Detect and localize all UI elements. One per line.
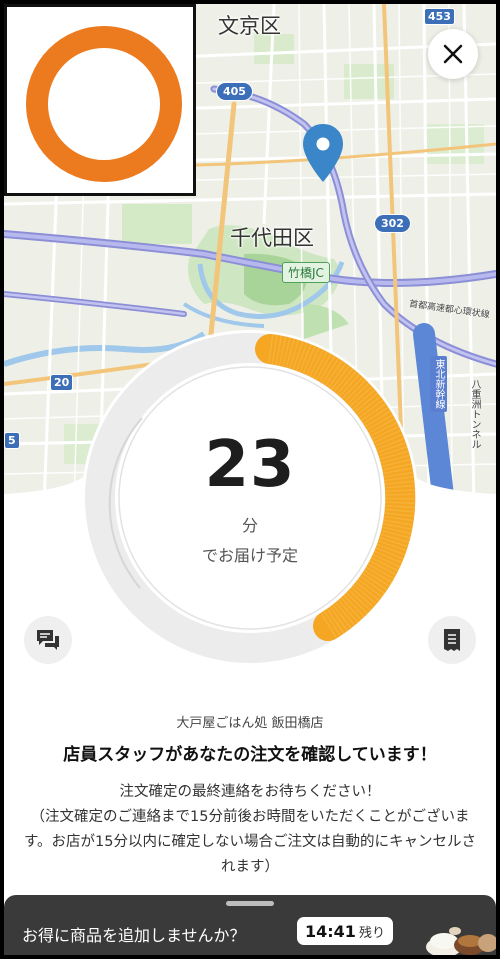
upsell-bar[interactable]: お得に商品を追加しませんか？ 14:41 残り [4, 895, 496, 955]
food-image-icon [426, 927, 496, 955]
remaining-time: 14:41 [305, 921, 356, 941]
close-button[interactable] [428, 29, 478, 79]
receipt-icon [444, 629, 460, 651]
map-label-takebashi-jc: 竹橋JC [282, 262, 330, 283]
route-badge-302: 302 [374, 214, 411, 233]
drag-handle[interactable] [226, 901, 274, 906]
chat-icon [37, 630, 59, 650]
route-badge-453: 453 [424, 8, 455, 25]
remaining-time-badge: 14:41 残り [297, 917, 393, 945]
status-message: 注文確定の最終連絡をお待ちください！ （注文確定のご連絡まで15分前後お時間をい… [22, 780, 478, 880]
status-message-line1: 注文確定の最終連絡をお待ちください！ [119, 784, 381, 800]
route-badge-20: 20 [50, 374, 74, 391]
timer-subtitle: でお届け予定 [201, 546, 298, 565]
route-badge-405: 405 [216, 82, 253, 101]
location-pin-icon[interactable] [301, 122, 345, 184]
status-message-line2: （注文確定のご連絡まで15分前後お時間をいただくことがございます。お店が15分以… [24, 809, 476, 875]
map-label-bunkyo: 文京区 [218, 14, 281, 38]
close-icon [443, 44, 463, 64]
timer-unit: 分 [241, 516, 258, 535]
upsell-text: お得に商品を追加しませんか？ [22, 926, 246, 945]
app-screen: 文京区 千代田区 竹橋JC 首都高速都心環状線 東北新幹線 八重洲トンネル 45… [4, 4, 496, 955]
delivery-timer: 23 分 でお届け予定 [80, 328, 420, 668]
status-headline: 店員スタッフがあなたの注文を確認しています！ [63, 745, 437, 765]
map-label-chiyoda: 千代田区 [230, 226, 314, 250]
map-label-tohoku-shinkansen: 東北新幹線 [430, 356, 447, 412]
orange-ring-logo-icon [26, 26, 182, 182]
restaurant-name: 大戸屋ごはん処 飯田橋店 [176, 716, 324, 731]
map-label-yaesu-tunnel: 八重洲トンネル [469, 379, 480, 449]
food-thumbnail[interactable] [422, 917, 496, 955]
brand-logo [4, 4, 196, 196]
receipt-button[interactable] [428, 616, 476, 664]
remaining-suffix: 残り [358, 925, 385, 941]
chat-button[interactable] [24, 616, 72, 664]
timer-minutes: 23 [204, 428, 296, 502]
